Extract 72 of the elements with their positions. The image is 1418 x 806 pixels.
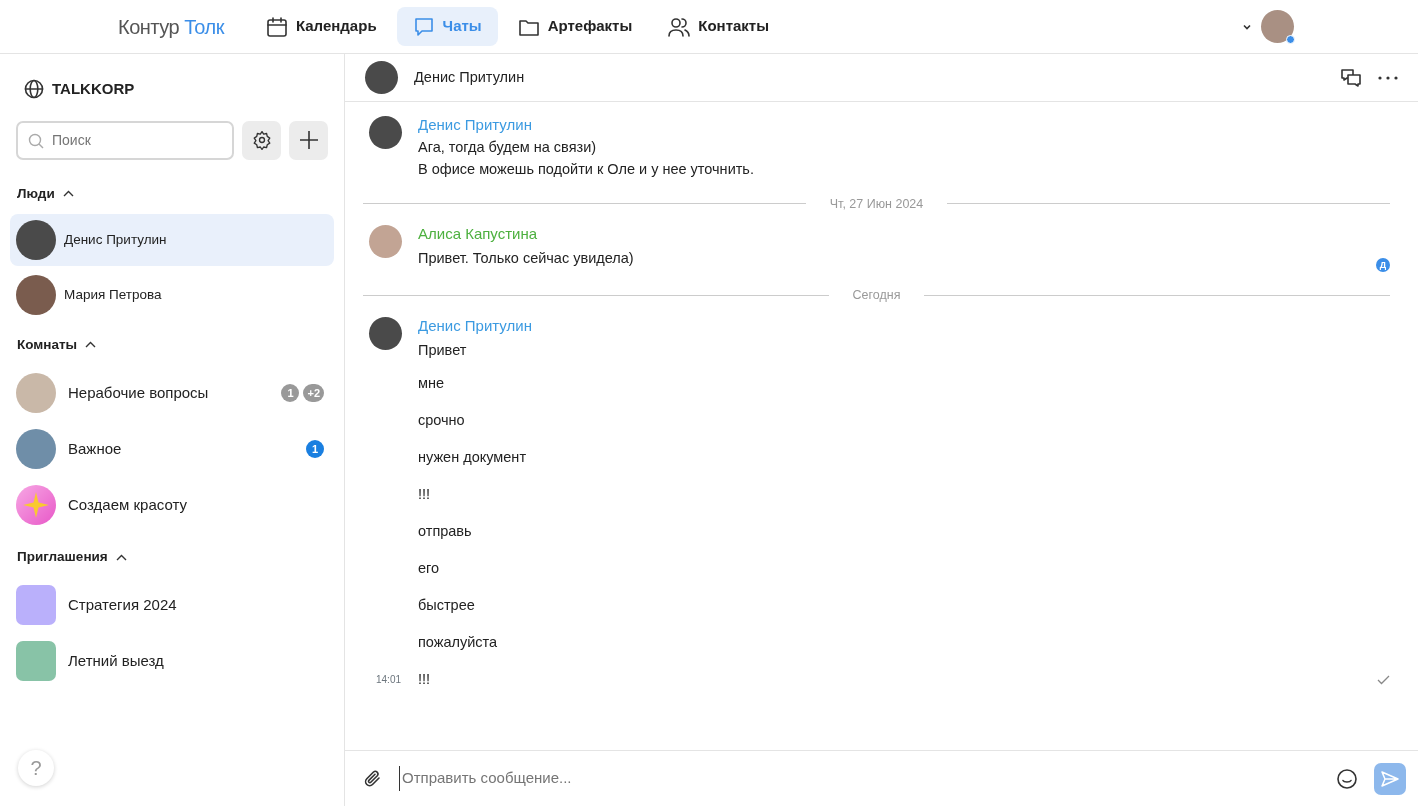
message-text: быстрее (418, 595, 475, 615)
section-header[interactable]: Комнаты (17, 334, 97, 355)
search-field[interactable]: Поиск (16, 120, 234, 160)
message-text: Ага, тогда будем на связи) (418, 137, 597, 157)
section-header[interactable]: Приглашения (17, 547, 127, 568)
chat-name: Стратегия 2024 (68, 595, 177, 615)
more-button[interactable] (1378, 75, 1398, 80)
chat-name: Создаем красоту (68, 494, 187, 515)
message-text: В офисе можешь подойти к Оле и у нее уточнить. (418, 159, 754, 179)
chat-list-item[interactable]: Летний выезд (10, 633, 334, 690)
sparkle-avatar-icon (16, 485, 56, 525)
chat-list-item[interactable]: Создаем красоту (10, 477, 334, 533)
photo-placeholder (16, 429, 56, 469)
message-text: срочно (418, 410, 465, 430)
logo: Контур Толк (118, 14, 224, 40)
unread-badge: 1 (281, 384, 300, 402)
plus-icon (297, 129, 320, 151)
chat-name: Важное (68, 438, 122, 459)
chat-name: Мария Петрова (64, 285, 162, 304)
nav-tab[interactable]: Контакты (652, 7, 785, 46)
message-text: мне (418, 373, 445, 393)
chat-name: Нерабочие вопросы (68, 382, 209, 403)
date-divider: Сегодня (852, 286, 901, 304)
avatar (369, 316, 402, 350)
chat-name: Денис Притулин (64, 230, 167, 249)
read-receipt-avatar: Д (1376, 257, 1390, 272)
workspace-name: TALKKORP (52, 79, 135, 99)
more-icon (1378, 75, 1398, 80)
photo-placeholder (16, 373, 56, 413)
message-text: его (418, 558, 440, 578)
people-icon (668, 15, 691, 38)
avatar (16, 219, 56, 260)
message-text: !!! (418, 484, 431, 504)
unread-badge: +2 (303, 384, 324, 402)
avatar (365, 61, 398, 94)
message-text: отправь (418, 521, 472, 541)
message-text: Привет (418, 341, 467, 361)
chat-list-item[interactable]: Стратегия 2024 (10, 577, 334, 634)
message-text: нужен документ (418, 447, 527, 467)
calendar-icon (265, 15, 288, 38)
user-avatar[interactable] (1261, 10, 1294, 43)
smiley-icon (1336, 767, 1358, 790)
send-icon (1380, 768, 1400, 789)
add-button[interactable] (289, 120, 328, 160)
message-time: 14:01 (376, 673, 402, 687)
chat-list-item[interactable]: Нерабочие вопросы 1 +2 (10, 365, 334, 421)
message-text: !!! (418, 669, 431, 689)
avatar (16, 274, 56, 315)
message-text: пожалуйста (418, 632, 498, 652)
paperclip-icon (363, 768, 383, 789)
chat-title: Денис Притулин (414, 67, 525, 87)
chat-list-item[interactable]: Мария Петрова (10, 268, 334, 321)
nav-tab[interactable]: Артефакты (501, 7, 649, 46)
chat-list-item[interactable]: Денис Притулин (10, 213, 334, 266)
settings-button[interactable] (242, 120, 281, 160)
avatar (369, 225, 402, 259)
message-text: Привет. Только сейчас увидела) (418, 248, 634, 268)
settings-icon (251, 130, 272, 150)
chat-list-item[interactable]: Важное 1 (10, 421, 334, 477)
emoji-button[interactable] (1336, 767, 1358, 790)
section-header[interactable]: Люди (17, 183, 74, 204)
nav-tab[interactable]: Календарь (249, 7, 393, 46)
unread-badge: 1 (306, 440, 324, 458)
speech-bubble-icon (412, 15, 435, 38)
attach-button[interactable] (363, 768, 383, 789)
threads-button[interactable] (1340, 67, 1362, 88)
avatar (369, 116, 402, 149)
speech-bubbles-icon (1340, 67, 1362, 88)
chat-name: Летний выезд (68, 651, 164, 671)
date-divider: Чт, 27 Июн 2024 (829, 195, 924, 213)
globe-icon (24, 79, 44, 100)
search-icon (28, 132, 44, 149)
